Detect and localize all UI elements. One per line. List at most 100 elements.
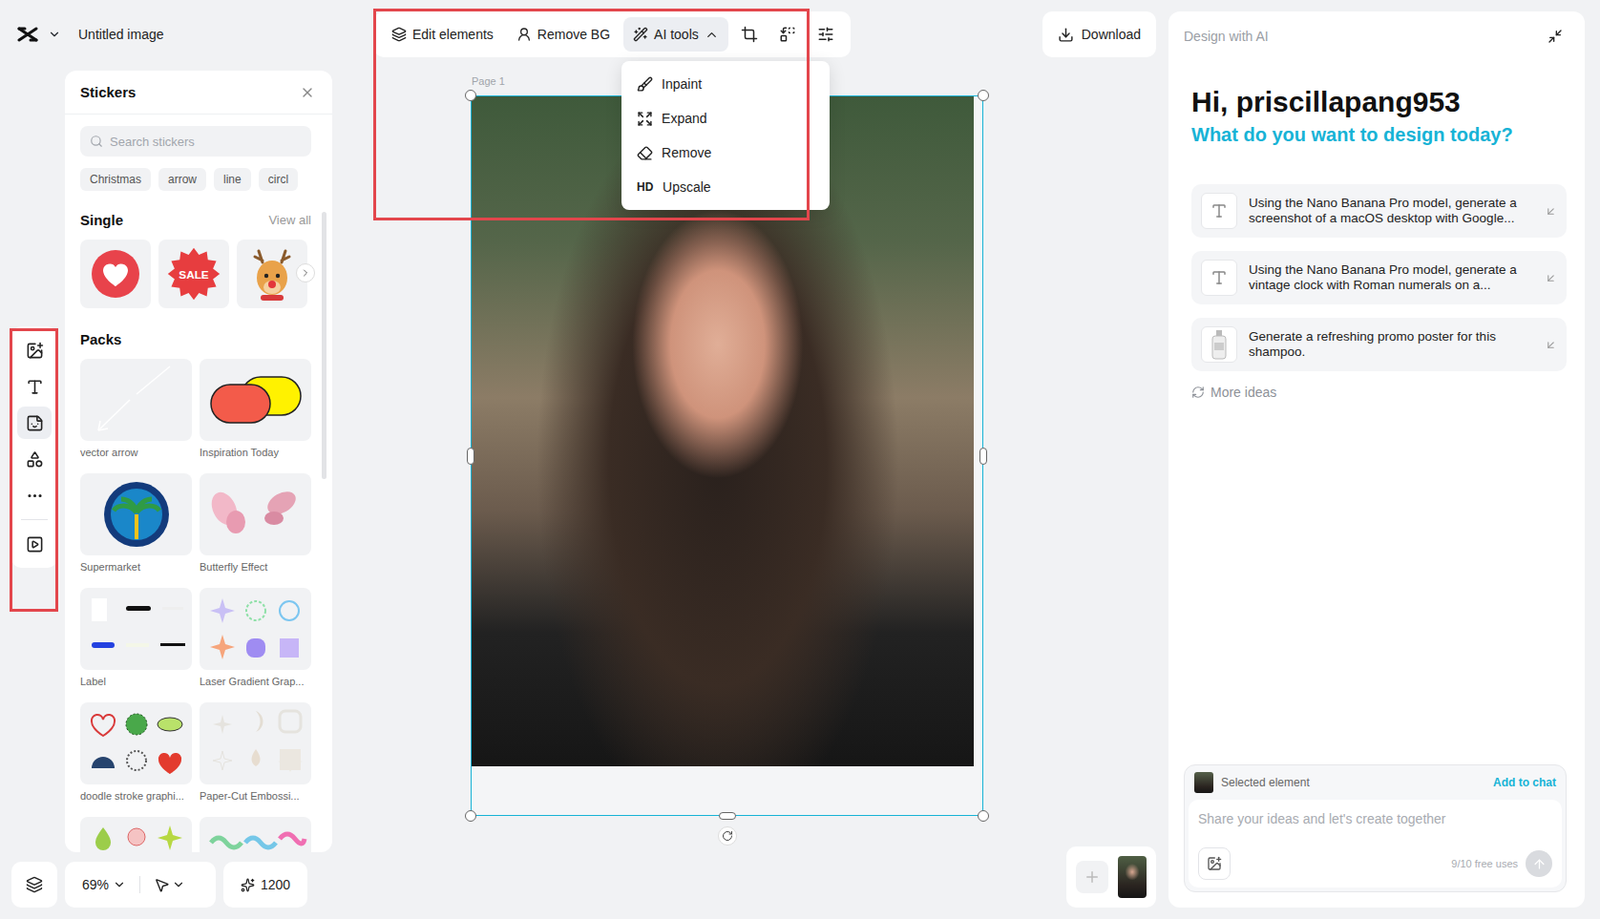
pages-strip bbox=[1066, 846, 1157, 908]
pack-card[interactable] bbox=[80, 817, 192, 853]
bottom-bar: 69% 1200 bbox=[11, 862, 1157, 908]
pack-label: Laser Gradient Grap... bbox=[199, 670, 312, 703]
text-icon bbox=[25, 378, 44, 397]
search-field[interactable]: Search stickers bbox=[80, 126, 312, 157]
rail-item[interactable] bbox=[17, 370, 52, 403]
pack-card[interactable] bbox=[199, 817, 312, 853]
view-all-link[interactable]: View all bbox=[268, 212, 312, 228]
suggestion-card[interactable]: Using the Nano Banana Pro model, generat… bbox=[1191, 184, 1567, 238]
pack-card[interactable]: Paper-Cut Embossi... bbox=[199, 702, 312, 818]
pack-card[interactable]: Butterfly Effect bbox=[199, 473, 312, 589]
rail-item[interactable] bbox=[17, 442, 52, 476]
add-to-chat-button[interactable]: Add to chat bbox=[1493, 776, 1557, 790]
rotate-handle[interactable] bbox=[717, 826, 737, 846]
download-icon bbox=[1057, 26, 1074, 43]
eraser-icon bbox=[636, 145, 653, 162]
svg-text:SALE: SALE bbox=[178, 268, 210, 281]
collapse-panel-button[interactable] bbox=[1543, 24, 1567, 48]
rail-item[interactable] bbox=[17, 334, 52, 367]
stickers-panel: Stickers Search stickers Christmas arrow lin… bbox=[64, 70, 333, 853]
greeting-subtitle: What do you want to design today? bbox=[1191, 124, 1567, 147]
scrollbar[interactable] bbox=[321, 211, 327, 480]
rail-item[interactable] bbox=[17, 479, 52, 512]
resize-handle[interactable] bbox=[979, 447, 988, 465]
resize-handle[interactable] bbox=[464, 810, 477, 822]
menu-item[interactable]: HDUpscale bbox=[627, 169, 824, 205]
download-button[interactable]: Download bbox=[1042, 11, 1157, 58]
pack-thumbnail bbox=[199, 588, 312, 671]
pack-card[interactable]: Laser Gradient Grap... bbox=[199, 588, 312, 703]
suggestion-thumbnail bbox=[1200, 326, 1238, 363]
panel-title: Stickers bbox=[80, 84, 136, 101]
left-rail bbox=[11, 326, 58, 569]
zoom-select[interactable]: 69% bbox=[74, 877, 134, 893]
toolbar-button[interactable]: Edit elements bbox=[381, 17, 504, 52]
attach-image-button[interactable] bbox=[1198, 847, 1231, 881]
brand[interactable]: Untitled image bbox=[11, 24, 375, 44]
chevron-down-icon bbox=[47, 27, 62, 42]
tag[interactable]: Christmas bbox=[80, 168, 151, 191]
rail-item[interactable] bbox=[17, 527, 52, 561]
greeting: Hi, priscillapang953 bbox=[1191, 85, 1567, 119]
text-prompt-icon bbox=[1210, 202, 1228, 220]
adjust-button[interactable] bbox=[808, 17, 843, 52]
layers-button[interactable] bbox=[11, 862, 58, 908]
assistant-title: Design with AI bbox=[1183, 28, 1269, 44]
pack-thumbnail bbox=[80, 588, 192, 671]
chevron-down-icon bbox=[171, 878, 186, 892]
pack-thumbnail bbox=[80, 702, 192, 785]
pack-card[interactable]: vector arrow bbox=[80, 358, 192, 474]
resize-handle[interactable] bbox=[718, 812, 737, 821]
suggestion-thumbnail bbox=[1200, 259, 1238, 296]
credits[interactable]: 1200 bbox=[223, 862, 308, 908]
suggestion-card[interactable]: Using the Nano Banana Pro model, generat… bbox=[1191, 251, 1567, 305]
toolbar-button[interactable]: Remove BG bbox=[506, 17, 620, 52]
chat-input[interactable]: Share your ideas and let's create togeth… bbox=[1188, 800, 1562, 888]
add-page-button[interactable] bbox=[1075, 861, 1109, 894]
close-panel-button[interactable] bbox=[295, 81, 319, 105]
sticker-tile[interactable] bbox=[80, 239, 151, 309]
resize-handle[interactable] bbox=[466, 447, 475, 465]
pack-card[interactable]: Inspiration Today bbox=[199, 358, 312, 474]
pack-card[interactable]: Supermarket bbox=[80, 473, 192, 589]
suggestion-card[interactable]: Generate a refreshing promo poster for t… bbox=[1191, 317, 1567, 372]
menu-item[interactable]: Expand bbox=[627, 101, 824, 136]
layers-icon bbox=[25, 876, 43, 894]
rail-item[interactable] bbox=[17, 406, 52, 440]
menu-item[interactable]: Inpaint bbox=[627, 66, 824, 102]
resize-handle[interactable] bbox=[977, 810, 990, 822]
insert-arrow-icon bbox=[1544, 338, 1558, 352]
send-button[interactable] bbox=[1525, 850, 1553, 878]
suggestion-list: Using the Nano Banana Pro model, generat… bbox=[1191, 184, 1567, 372]
sticker-tile[interactable]: SALE bbox=[158, 239, 230, 309]
scroll-right-button[interactable] bbox=[295, 263, 316, 283]
spacer bbox=[1191, 400, 1567, 765]
tag[interactable]: circl bbox=[258, 168, 298, 191]
suggestion-text: Using the Nano Banana Pro model, generat… bbox=[1248, 262, 1534, 294]
pack-label: Supermarket bbox=[80, 555, 192, 589]
reindeer-sticker-icon bbox=[245, 245, 299, 303]
toolbar-button[interactable]: AI tools bbox=[623, 17, 729, 52]
document-title[interactable]: Untitled image bbox=[78, 26, 165, 43]
page-thumbnail[interactable] bbox=[1117, 856, 1147, 899]
shapes-icon bbox=[25, 450, 44, 469]
pack-label: Paper-Cut Embossi... bbox=[199, 784, 312, 818]
pack-card[interactable]: Label bbox=[80, 588, 192, 703]
main: Stickers Search stickers Christmas arrow lin… bbox=[11, 70, 1157, 853]
pack-card[interactable]: doodle stroke graphi... bbox=[80, 702, 192, 818]
resize-handle[interactable] bbox=[464, 89, 477, 102]
pointer-select[interactable] bbox=[146, 877, 193, 894]
menu-item[interactable]: Remove bbox=[627, 135, 824, 170]
crop-button[interactable] bbox=[732, 17, 767, 52]
more-icon bbox=[25, 486, 44, 506]
suggestion-thumbnail bbox=[1200, 192, 1238, 230]
tag[interactable]: arrow bbox=[158, 168, 207, 191]
more-ideas-button[interactable]: More ideas bbox=[1191, 384, 1567, 400]
replace-button[interactable] bbox=[770, 17, 805, 52]
resize-handle[interactable] bbox=[977, 89, 990, 102]
panel-body: Search stickersChristmasarrowlinecirclSi… bbox=[64, 114, 333, 853]
tag[interactable]: line bbox=[213, 168, 252, 191]
selected-element-thumbnail bbox=[1194, 772, 1214, 794]
app-logo-icon bbox=[17, 24, 39, 44]
ai-assistant-panel: Design with AI Hi, priscillapang953 What d… bbox=[1168, 11, 1585, 908]
